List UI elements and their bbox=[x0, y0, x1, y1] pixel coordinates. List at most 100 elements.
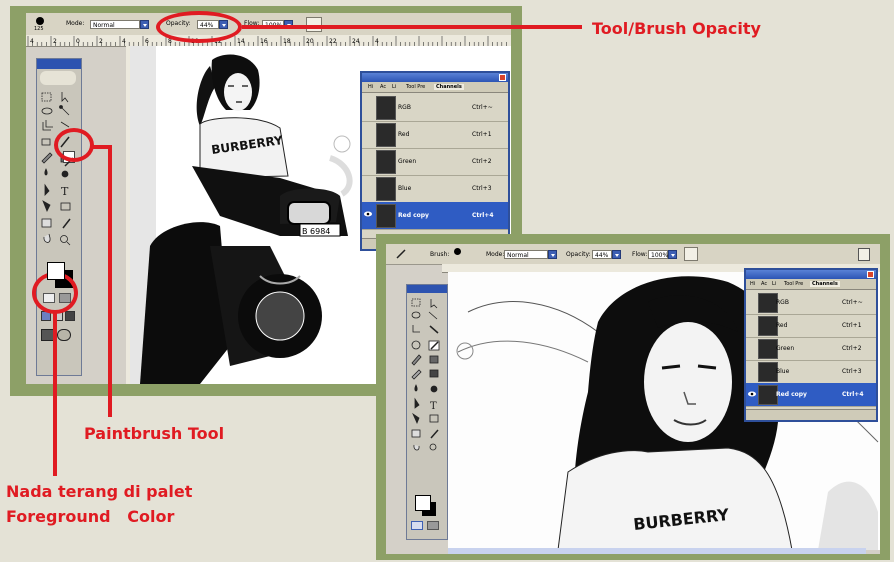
channels-panel: Hi Ac Li Tool Pre Channels RGB Ctrl+~ Re… bbox=[360, 71, 510, 251]
brush-preset-picker-2[interactable] bbox=[454, 248, 461, 255]
opacity-leader-line bbox=[242, 25, 582, 29]
ruler-tick-label: 4 bbox=[122, 38, 126, 45]
palette-well-icon[interactable] bbox=[858, 248, 870, 261]
paintbrush-highlight-ring bbox=[54, 128, 94, 162]
tab-history[interactable]: Hi bbox=[750, 281, 755, 287]
ruler-tick-label: 0 bbox=[76, 38, 80, 45]
panel-tabs: Hi Ac Li Tool Pre Channels bbox=[746, 279, 876, 290]
channel-name: Green bbox=[776, 345, 795, 352]
tab-channels[interactable]: Channels bbox=[810, 281, 840, 287]
foreground-leader-v bbox=[53, 312, 57, 476]
ruler-tick-label: 16 bbox=[260, 38, 268, 45]
options-bar-2: Brush: Mode: Normal Opacity: 44% Flow: 1… bbox=[386, 244, 880, 265]
channel-row[interactable]: RGB Ctrl+~ bbox=[362, 94, 508, 122]
paintbrush-leader-v bbox=[108, 145, 112, 417]
ruler-tick-label: 20 bbox=[306, 38, 314, 45]
channel-name: Red copy bbox=[398, 212, 429, 219]
brush-icon[interactable] bbox=[396, 249, 406, 259]
opacity-callout: Tool/Brush Opacity bbox=[592, 19, 761, 38]
channel-shortcut: Ctrl+2 bbox=[472, 158, 492, 165]
foreground-color-icon[interactable] bbox=[415, 495, 431, 511]
panel-titlebar bbox=[362, 73, 508, 82]
svg-text:T: T bbox=[430, 401, 437, 412]
toolbox: T bbox=[36, 58, 82, 376]
flow-dropdown-icon[interactable] bbox=[668, 250, 677, 259]
jump-to-imageready-icon[interactable] bbox=[41, 329, 75, 341]
channel-row[interactable]: Blue Ctrl+3 bbox=[746, 360, 876, 384]
channel-list: RGB Ctrl+~ Red Ctrl+1 Green Ctrl+2 Blue … bbox=[746, 291, 876, 407]
channel-thumbnail bbox=[758, 293, 778, 313]
tab-layers[interactable]: Li bbox=[772, 281, 776, 287]
channel-name: Red copy bbox=[776, 391, 807, 398]
ruler-tick-label: 22 bbox=[329, 38, 337, 45]
channel-row[interactable]: Blue Ctrl+3 bbox=[362, 175, 508, 203]
channel-thumbnail bbox=[376, 150, 396, 174]
channel-thumbnail bbox=[758, 316, 778, 336]
channel-name: Red bbox=[398, 131, 410, 138]
opacity-dropdown-icon[interactable] bbox=[612, 250, 621, 259]
channel-shortcut: Ctrl+3 bbox=[472, 185, 492, 192]
channel-row[interactable]: Red Ctrl+1 bbox=[362, 121, 508, 149]
airbrush-icon[interactable] bbox=[684, 247, 698, 261]
channel-list: RGB Ctrl+~ Red Ctrl+1 Green Ctrl+2 Blue … bbox=[362, 94, 508, 232]
channel-name: Blue bbox=[776, 368, 790, 375]
mode-dropdown-icon[interactable] bbox=[548, 250, 557, 259]
tab-layers[interactable]: Li bbox=[392, 84, 396, 90]
tab-actions[interactable]: Ac bbox=[761, 281, 767, 287]
ruler-tick-label: 2 bbox=[53, 38, 57, 45]
foreground-callout-line1: Nada terang di palet bbox=[6, 482, 193, 501]
tab-tool-presets[interactable]: Tool Pre bbox=[406, 84, 425, 90]
opacity-field[interactable]: 44% bbox=[592, 250, 612, 259]
toolbox-2: T bbox=[406, 284, 448, 540]
panel-titlebar bbox=[746, 270, 876, 279]
toolbox-titlebar bbox=[407, 285, 447, 293]
eye-icon[interactable] bbox=[748, 390, 756, 398]
channel-thumbnail bbox=[376, 96, 396, 120]
panel-bottom-bar bbox=[746, 409, 876, 420]
tab-history[interactable]: Hi bbox=[368, 84, 373, 90]
channel-shortcut: Ctrl+2 bbox=[842, 345, 862, 352]
channel-row[interactable]: Green Ctrl+2 bbox=[746, 337, 876, 361]
channel-thumbnail bbox=[758, 362, 778, 382]
mode-label: Mode: bbox=[66, 20, 85, 27]
close-icon[interactable] bbox=[499, 74, 506, 81]
ruler-tick-label: 14 bbox=[237, 38, 245, 45]
eye-icon[interactable] bbox=[364, 210, 372, 218]
mode-select[interactable]: Normal bbox=[504, 250, 548, 259]
toolbox-icons-2: T bbox=[411, 298, 440, 451]
flow-field[interactable]: 100% bbox=[648, 250, 668, 259]
channel-shortcut: Ctrl+3 bbox=[842, 368, 862, 375]
channel-thumbnail bbox=[758, 339, 778, 359]
channel-row[interactable]: Red Ctrl+1 bbox=[746, 314, 876, 338]
channel-shortcut: Ctrl+1 bbox=[472, 131, 492, 138]
channels-panel-2: Hi Ac Li Tool Pre Channels RGB Ctrl+~ Re… bbox=[744, 268, 878, 422]
foreground-callout-line2: Foreground Color bbox=[6, 507, 175, 526]
brush-label: Brush: bbox=[430, 251, 450, 258]
tab-actions[interactable]: Ac bbox=[380, 84, 386, 90]
channel-thumbnail bbox=[376, 177, 396, 201]
horizontal-scrollbar[interactable] bbox=[448, 548, 866, 554]
channel-row-selected[interactable]: Red copy Ctrl+4 bbox=[746, 383, 876, 407]
mode-label: Mode: bbox=[486, 251, 505, 258]
channel-name: RGB bbox=[776, 299, 789, 306]
mode-select[interactable]: Normal bbox=[90, 20, 140, 29]
window2: Brush: Mode: Normal Opacity: 44% Flow: 1… bbox=[386, 244, 880, 554]
toolbox-titlebar bbox=[37, 59, 81, 69]
tab-channels[interactable]: Channels bbox=[434, 84, 464, 90]
channel-shortcut: Ctrl+~ bbox=[472, 104, 493, 111]
tab-tool-presets[interactable]: Tool Pre bbox=[784, 281, 803, 287]
panel-tabs: Hi Ac Li Tool Pre Channels bbox=[362, 82, 508, 93]
channel-row[interactable]: Green Ctrl+2 bbox=[362, 148, 508, 176]
ruler-tick-label: 6 bbox=[145, 38, 149, 45]
channel-row[interactable]: RGB Ctrl+~ bbox=[746, 291, 876, 315]
quick-mask-icon[interactable] bbox=[411, 521, 441, 530]
ruler-tick-label: 2 bbox=[99, 38, 103, 45]
brush-preset-picker[interactable]: 125 bbox=[32, 16, 50, 32]
channel-shortcut: Ctrl+~ bbox=[842, 299, 863, 306]
close-icon[interactable] bbox=[867, 271, 874, 278]
channel-shortcut: Ctrl+1 bbox=[842, 322, 862, 329]
foreground-color-icon[interactable] bbox=[47, 262, 65, 280]
channel-row-selected[interactable]: Red copy Ctrl+4 bbox=[362, 202, 508, 230]
channel-thumbnail bbox=[376, 204, 396, 228]
mode-dropdown-icon[interactable] bbox=[140, 20, 149, 29]
